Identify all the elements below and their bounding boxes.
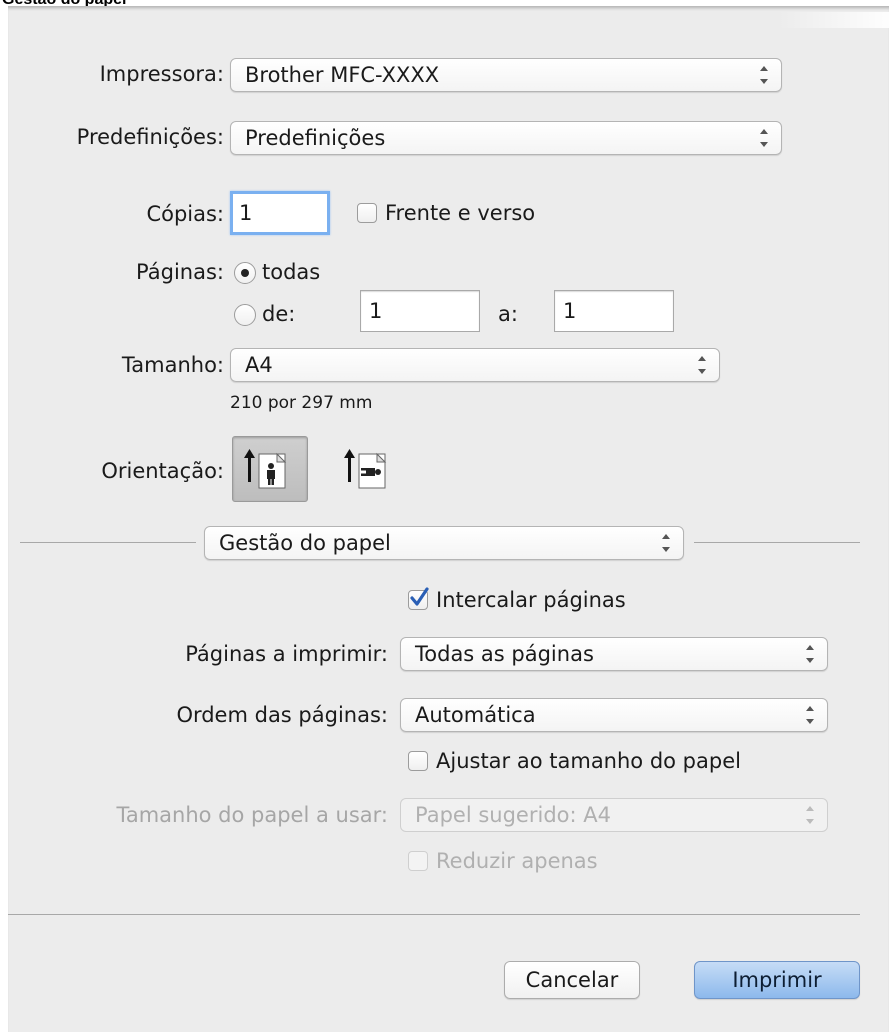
- scale-to-fit-label: Ajustar ao tamanho do papel: [436, 749, 741, 773]
- page-order-label: Ordem das páginas:: [176, 703, 388, 727]
- paper-size-label: Tamanho:: [121, 353, 224, 377]
- landscape-orientation-icon: [344, 449, 387, 489]
- paper-size-popup[interactable]: A4: [230, 348, 720, 382]
- paper-size-value: A4: [245, 353, 273, 377]
- destination-size-popup[interactable]: Papel sugerido: A4: [400, 798, 828, 832]
- portrait-orientation-icon: [244, 449, 287, 489]
- section-popup[interactable]: Gestão do papel: [204, 526, 684, 560]
- presets-label: Predefinições:: [76, 125, 224, 149]
- printer-label: Impressora:: [99, 62, 224, 86]
- destination-size-label: Tamanho do papel a usar:: [116, 803, 388, 827]
- orientation-label: Orientação:: [101, 459, 224, 483]
- presets-popup[interactable]: Predefinições: [230, 121, 782, 155]
- print-button[interactable]: Imprimir: [694, 961, 860, 999]
- section-popup-value: Gestão do papel: [219, 531, 391, 555]
- checkmark-icon: [410, 587, 429, 606]
- pages-from-field[interactable]: 1: [360, 290, 480, 332]
- pages-label: Páginas:: [136, 260, 224, 284]
- title-shadow: [778, 12, 889, 28]
- orientation-landscape-button[interactable]: [332, 436, 408, 502]
- popup-arrows-icon: [805, 706, 815, 724]
- duplex-label: Frente e verso: [385, 201, 536, 225]
- printer-popup[interactable]: Brother MFC-XXXX: [230, 58, 782, 92]
- popup-arrows-icon: [759, 129, 769, 147]
- cancel-button[interactable]: Cancelar: [504, 961, 640, 999]
- scale-to-fit-checkbox[interactable]: [408, 751, 428, 771]
- pages-all-radio[interactable]: [234, 262, 256, 284]
- pages-to-print-label: Páginas a imprimir:: [185, 642, 388, 666]
- section-separator-left: [20, 542, 196, 543]
- radio-dot-icon: [241, 269, 249, 277]
- duplex-checkbox[interactable]: [357, 203, 377, 223]
- page-order-value: Automática: [415, 703, 536, 727]
- presets-value: Predefinições: [245, 126, 386, 150]
- page-order-popup[interactable]: Automática: [400, 698, 828, 732]
- section-separator-right: [694, 542, 860, 543]
- orientation-portrait-button[interactable]: [232, 436, 308, 502]
- pages-all-label: todas: [262, 260, 321, 284]
- pages-to-print-value: Todas as páginas: [415, 642, 594, 666]
- collate-checkbox[interactable]: [408, 587, 429, 610]
- pages-to-label: a:: [498, 302, 518, 326]
- pages-to-field[interactable]: 1: [554, 290, 674, 332]
- popup-arrows-icon: [759, 66, 769, 84]
- scale-down-only-checkbox[interactable]: [408, 851, 428, 871]
- pages-from-label: de:: [262, 302, 296, 326]
- destination-size-value: Papel sugerido: A4: [415, 803, 611, 827]
- popup-arrows-icon: [697, 356, 707, 374]
- pages-to-print-popup[interactable]: Todas as páginas: [400, 637, 828, 671]
- printer-value: Brother MFC-XXXX: [245, 63, 440, 87]
- copies-field[interactable]: 1: [230, 191, 330, 235]
- pages-range-radio[interactable]: [234, 304, 256, 326]
- paper-dimensions: 210 por 297 mm: [230, 393, 373, 413]
- popup-arrows-icon: [661, 534, 671, 552]
- popup-arrows-icon: [805, 806, 815, 824]
- collate-label: Intercalar páginas: [436, 588, 626, 612]
- scale-down-only-label: Reduzir apenas: [436, 849, 598, 873]
- bottom-separator: [8, 914, 860, 915]
- popup-arrows-icon: [805, 645, 815, 663]
- copies-label: Cópias:: [146, 202, 224, 226]
- print-dialog: Impressora: Brother MFC-XXXX Predefiniçõ…: [8, 6, 889, 1032]
